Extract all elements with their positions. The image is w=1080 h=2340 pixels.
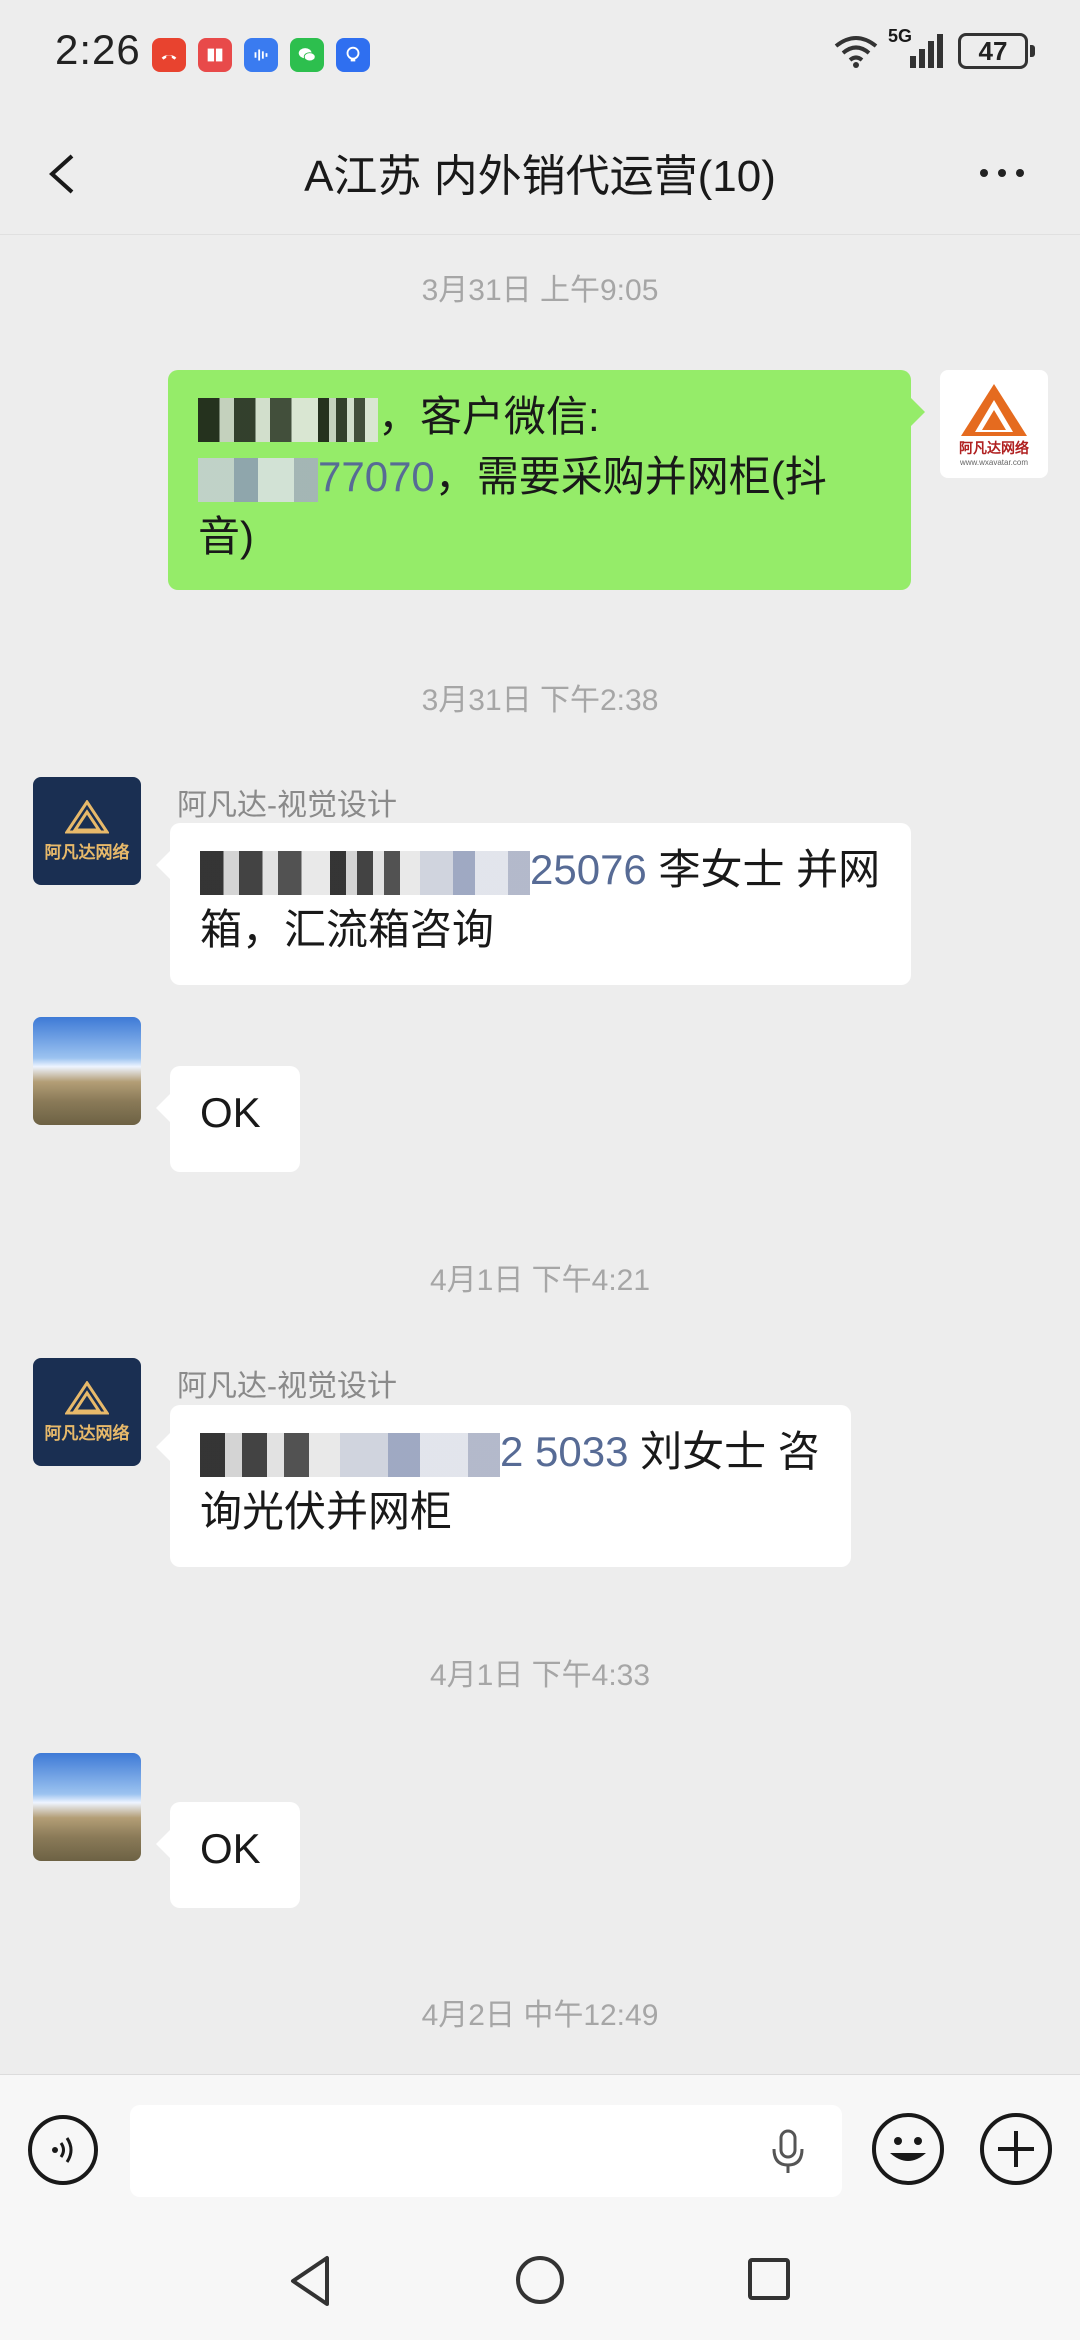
- sender-avatar[interactable]: [33, 1753, 141, 1861]
- nav-recents-button[interactable]: [748, 2258, 790, 2300]
- sender-avatar[interactable]: 阿凡达网络: [33, 1358, 141, 1466]
- nav-back-button[interactable]: [287, 2254, 335, 2308]
- chat-title: A江苏 内外销代运营(10): [304, 152, 776, 201]
- microphone-icon[interactable]: [770, 2129, 806, 2175]
- emoji-button[interactable]: [872, 2113, 944, 2185]
- phone-number-link[interactable]: 2 5033: [500, 1428, 628, 1475]
- battery-icon: 47: [958, 33, 1035, 69]
- more-options-button[interactable]: [980, 158, 1040, 188]
- status-time: 2:26: [55, 26, 141, 73]
- message-timestamp: 4月2日 中午12:49: [421, 1999, 659, 2032]
- smiley-icon: [890, 2137, 926, 2161]
- more-icon: [980, 169, 988, 177]
- book-app-icon: [198, 38, 232, 72]
- sender-name: 阿凡达-视觉设计: [177, 1370, 397, 1403]
- sender-avatar[interactable]: 阿凡达网络: [33, 777, 141, 885]
- redacted-mosaic: [198, 457, 318, 502]
- message-timestamp: 3月31日 下午2:38: [421, 684, 659, 717]
- phone-number-link[interactable]: 77070: [318, 453, 435, 500]
- status-bar: 2:26 5G 47: [0, 0, 1080, 110]
- wifi-icon: [834, 36, 878, 68]
- brand-logo-icon: [65, 799, 109, 833]
- lightbulb-app-icon: [336, 38, 370, 72]
- system-icons: 5G 47: [834, 26, 1035, 70]
- chat-header: A江苏 内外销代运营(10): [0, 110, 1080, 235]
- more-actions-button[interactable]: [980, 2113, 1052, 2185]
- missed-call-icon: [152, 38, 186, 72]
- nav-home-button[interactable]: [516, 2256, 564, 2304]
- redacted-mosaic: [200, 850, 330, 895]
- message-bubble[interactable]: OK: [156, 1066, 300, 1172]
- message-bubble[interactable]: 25076 李女士 并网箱，汇流箱咨询: [156, 823, 911, 985]
- voice-mode-button[interactable]: [28, 2115, 98, 2185]
- message-timestamp: 4月1日 下午4:33: [429, 1659, 651, 1692]
- message-bubble[interactable]: OK: [156, 1802, 300, 1908]
- cellular-signal-icon: 5G: [888, 26, 944, 70]
- phone-number-link[interactable]: 25076: [530, 846, 647, 893]
- voice-app-icon: [244, 38, 278, 72]
- message-timestamp: 4月1日 下午4:21: [429, 1264, 651, 1297]
- self-message-bubble[interactable]: ，客户微信: 77070，需要采购并网柜(抖音): [168, 370, 925, 590]
- notification-icons: [152, 38, 370, 72]
- message-bubble[interactable]: 2 5033 刘女士 咨询光伏并网柜: [156, 1405, 851, 1567]
- sender-name: 阿凡达-视觉设计: [177, 789, 397, 822]
- message-timestamp: 3月31日 上午9:05: [421, 274, 659, 307]
- brand-logo-icon: [961, 383, 1027, 436]
- self-avatar[interactable]: 阿凡达网络 www.wxavatar.com: [940, 370, 1048, 478]
- redacted-mosaic: [198, 397, 318, 442]
- redacted-mosaic: [200, 1432, 340, 1477]
- chat-input-bar: [0, 2074, 1080, 2227]
- brand-logo-icon: [65, 1380, 109, 1414]
- sender-avatar[interactable]: [33, 1017, 141, 1125]
- message-input[interactable]: [130, 2105, 842, 2197]
- voice-icon: [52, 2137, 73, 2163]
- wechat-icon: [290, 38, 324, 72]
- system-nav-bar: [0, 2226, 1080, 2340]
- network-type: 5G: [888, 26, 913, 46]
- plus-icon: [998, 2131, 1034, 2167]
